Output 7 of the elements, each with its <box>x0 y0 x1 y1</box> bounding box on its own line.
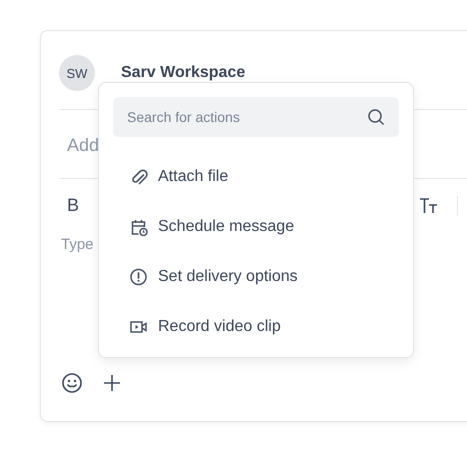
workspace-name: Sarv Workspace <box>121 64 246 82</box>
menu-item[interactable]: Attach file <box>113 152 399 202</box>
menu-item[interactable]: Set delivery options <box>113 252 399 302</box>
avatar: SW <box>59 55 95 91</box>
menu-item[interactable]: Schedule message <box>113 202 399 252</box>
search-field[interactable]: Search for actions <box>113 97 399 137</box>
menu-item[interactable]: Record video clip <box>113 302 399 352</box>
